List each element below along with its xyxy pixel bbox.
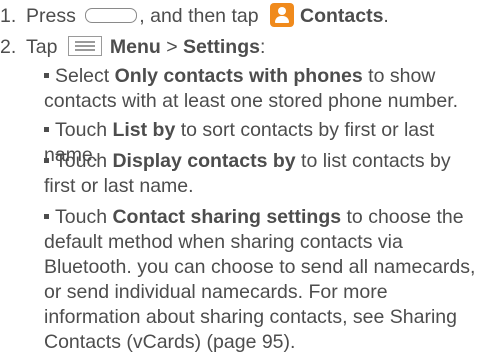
step-text: Tap	[26, 36, 58, 58]
bullet-marker	[44, 73, 49, 78]
home-key-icon	[85, 8, 138, 23]
contacts-app-icon	[269, 3, 294, 27]
menu-term: Menu	[109, 36, 161, 58]
bullet-marker	[44, 214, 49, 219]
bullet-lead: Select	[55, 65, 110, 87]
bullet-term: List by	[112, 119, 176, 141]
bullet-marker	[44, 127, 49, 132]
step-punctuation: .	[383, 5, 389, 27]
bullet-lead: Touch	[55, 150, 108, 172]
step-punctuation: :	[259, 36, 266, 58]
bullet-contact-sharing-settings: Touch Contact sharing settings to choose…	[44, 205, 486, 355]
step-2: 2. Tap Menu > Settings:	[0, 35, 265, 60]
bullet-term: Only contacts with phones	[114, 65, 363, 87]
bullet-term: Contact sharing settings	[112, 206, 342, 228]
bullet-term: Display contacts by	[112, 150, 296, 172]
step-number: 2.	[0, 36, 17, 58]
bullet-lead: Touch	[55, 206, 108, 228]
step-text: Press	[26, 5, 76, 27]
bullet-text: to choose the default method when sharin…	[44, 206, 476, 353]
bullet-only-contacts-with-phones: Select Only contacts with phones to show…	[44, 64, 486, 114]
bullet-display-contacts-by: Touch Display contacts by to list contac…	[44, 149, 486, 199]
contacts-term: Contacts	[299, 5, 384, 27]
step-1: 1. Press , and then tap Contacts.	[0, 3, 389, 29]
bullet-marker	[44, 158, 49, 163]
menu-path-separator: >	[166, 36, 178, 58]
settings-term: Settings	[183, 36, 260, 58]
bullet-lead: Touch	[55, 119, 108, 141]
menu-key-icon	[67, 36, 102, 56]
step-text: , and then tap	[139, 5, 259, 27]
step-number: 1.	[0, 5, 17, 27]
